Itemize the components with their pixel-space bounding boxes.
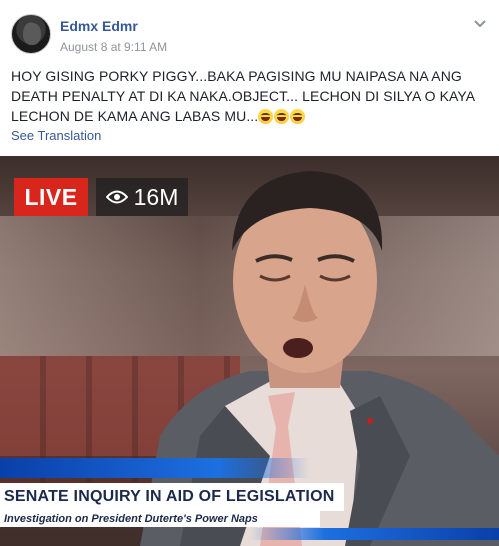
emoji-group	[258, 109, 306, 124]
news-banner-bottom-stripe	[250, 528, 499, 540]
viewers-count: 16M	[133, 183, 179, 210]
post-header: Edmx Edmr August 8 at 9:11 AM	[0, 0, 499, 60]
author-avatar[interactable]	[11, 14, 51, 54]
see-translation-link[interactable]: See Translation	[11, 128, 101, 143]
post-photo[interactable]: LIVE 16M SENATE INQUIRY IN AID OF LEGISL…	[0, 156, 499, 546]
post-message-text: HOY GISING PORKY PIGGY...BAKA PAGISING M…	[11, 68, 475, 124]
eye-icon	[105, 190, 128, 204]
laughing-emoji-icon	[258, 109, 274, 124]
post-options-button[interactable]	[472, 16, 488, 32]
author-name[interactable]: Edmx Edmr	[60, 18, 138, 34]
chevron-down-icon	[474, 20, 486, 28]
avatar-face	[23, 23, 41, 45]
news-subheadline: Investigation on President Duterte's Pow…	[0, 511, 320, 527]
news-headline: SENATE INQUIRY IN AID OF LEGISLATION	[0, 483, 344, 511]
viewers-badge: 16M	[96, 178, 188, 216]
live-badge: LIVE	[14, 178, 88, 216]
laughing-emoji-icon	[274, 109, 290, 124]
laughing-emoji-icon	[290, 109, 306, 124]
news-banner-stripe	[0, 458, 310, 478]
post-timestamp[interactable]: August 8 at 9:11 AM	[60, 40, 167, 54]
post-message: HOY GISING PORKY PIGGY...BAKA PAGISING M…	[11, 66, 493, 126]
